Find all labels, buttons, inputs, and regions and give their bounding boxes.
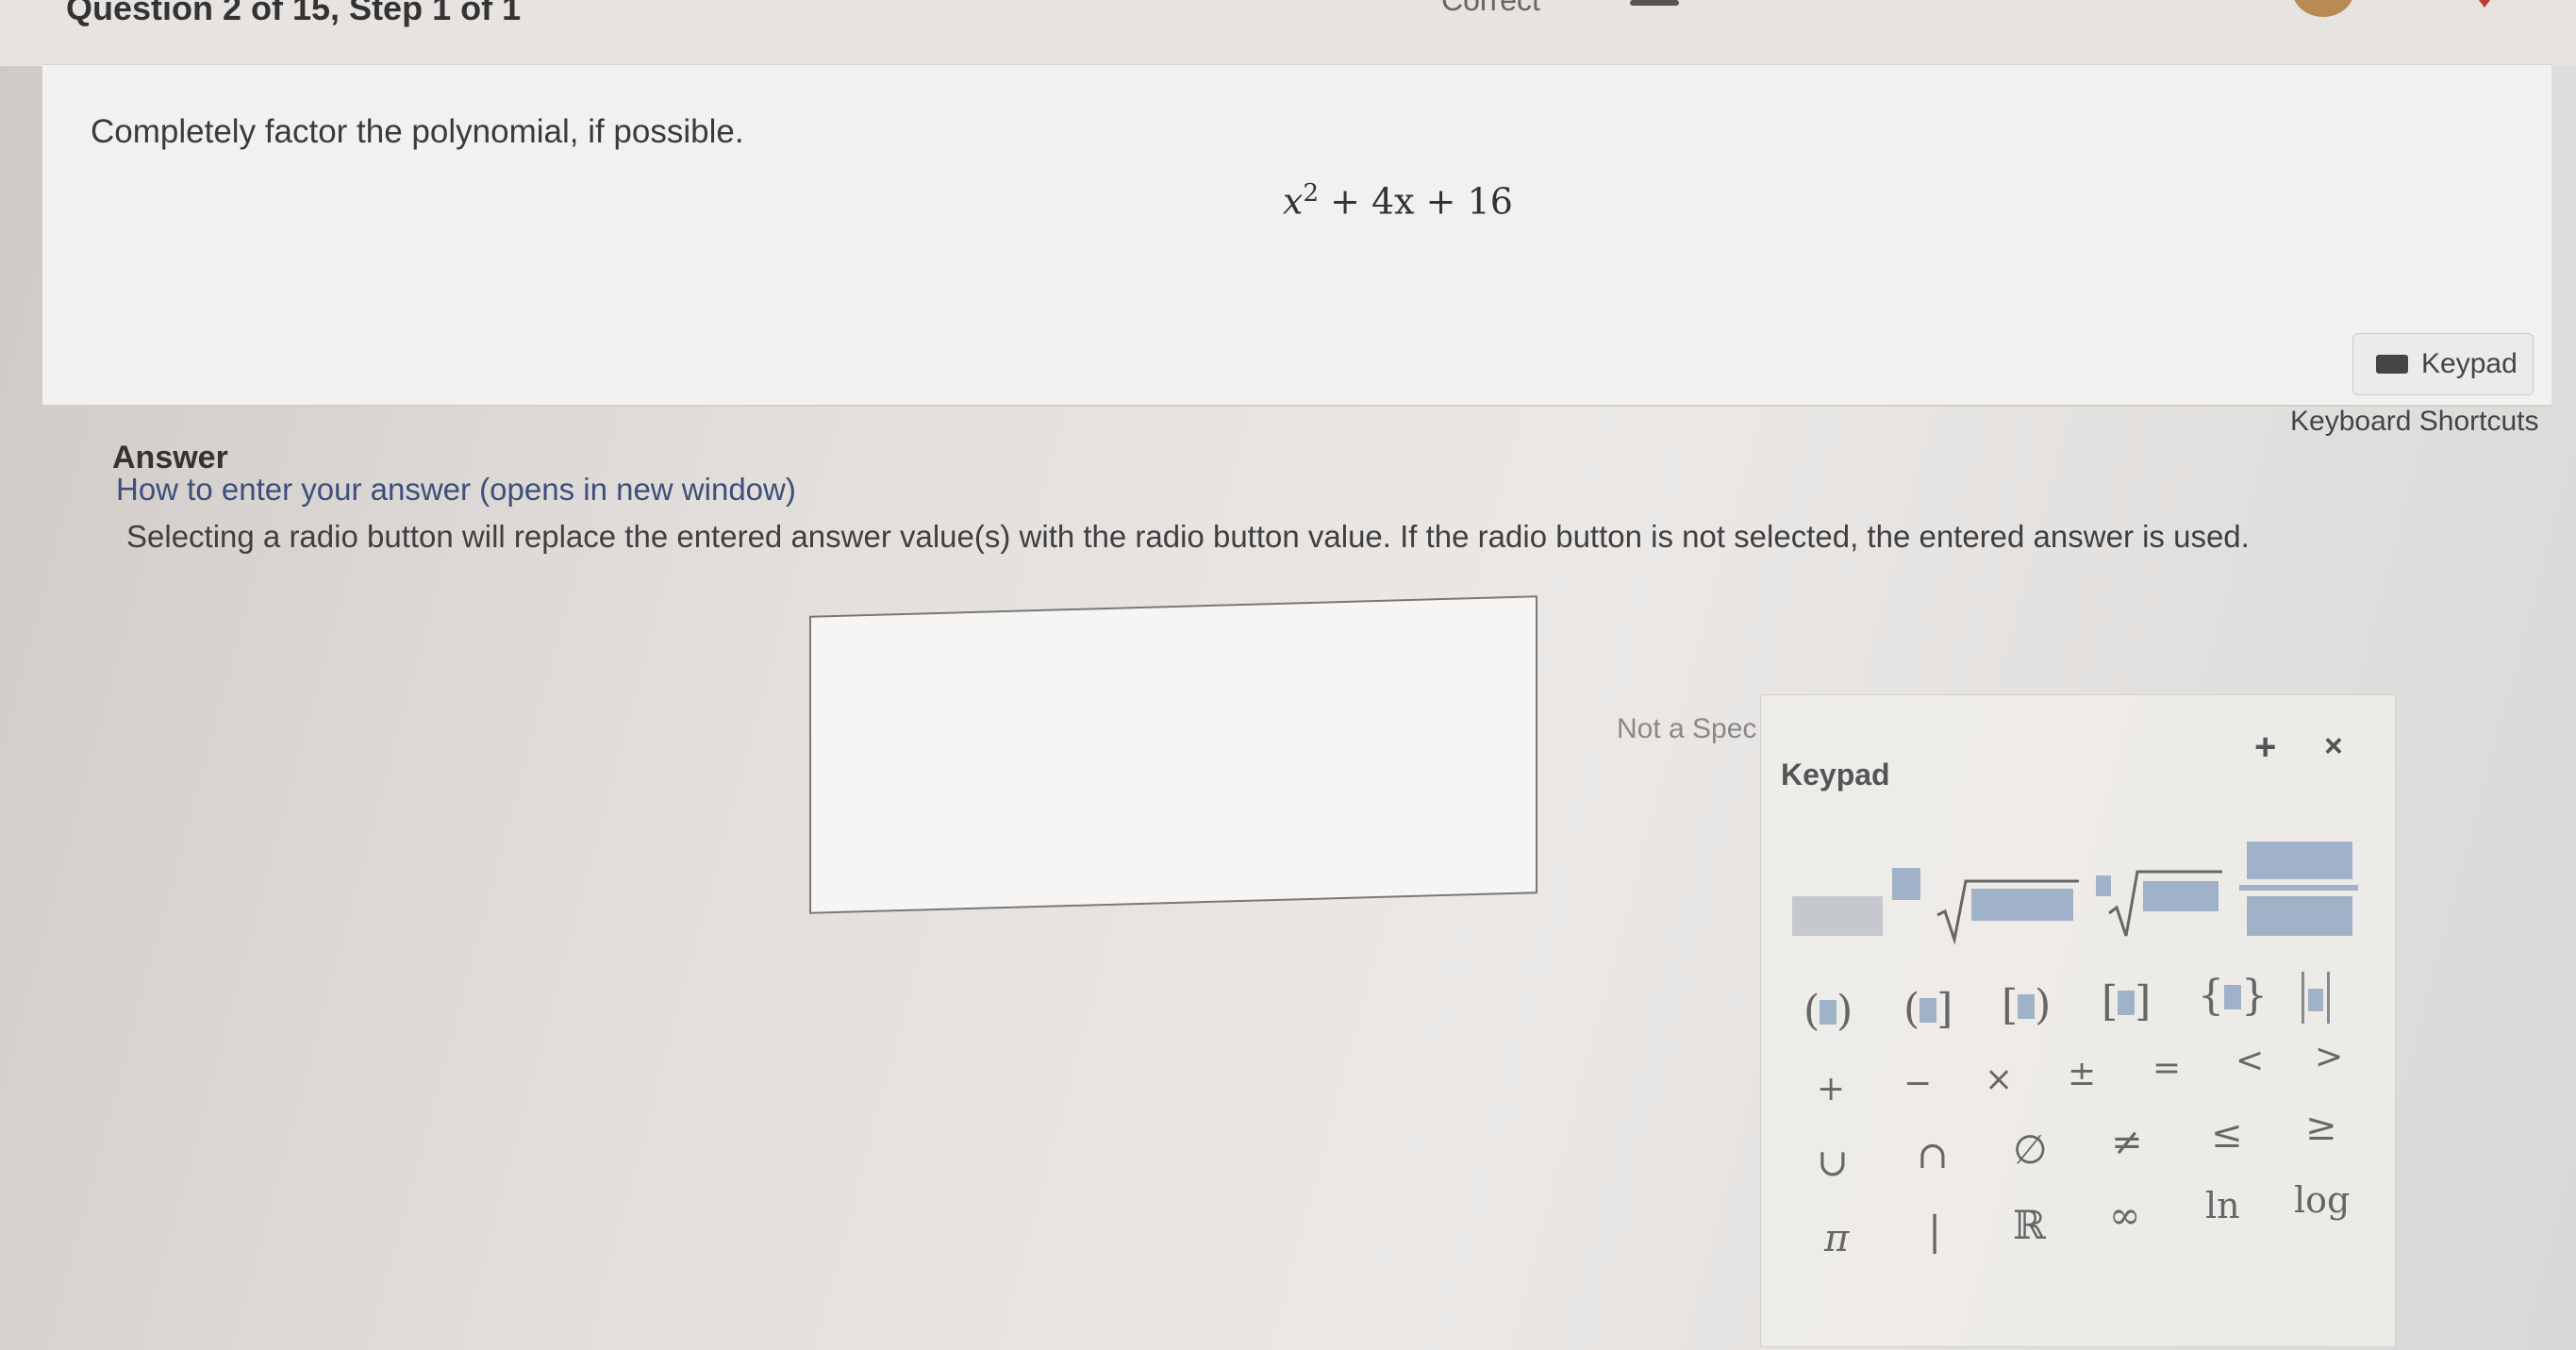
log-key[interactable]: log bbox=[2294, 1179, 2350, 1221]
poly-variable: x bbox=[1283, 180, 1304, 223]
keyboard-icon bbox=[2376, 355, 2408, 374]
keypad-expand-button[interactable]: + bbox=[2254, 726, 2276, 769]
times-key[interactable]: × bbox=[1985, 1060, 2013, 1099]
less-equal-key[interactable]: ≤ bbox=[2211, 1113, 2243, 1157]
keypad-toggle-label: Keypad bbox=[2421, 348, 2518, 379]
polynomial-expression: x2 + 4x + 16 bbox=[1283, 179, 1513, 223]
superscript-key[interactable] bbox=[1792, 868, 1924, 943]
minus-key[interactable]: − bbox=[1903, 1064, 1932, 1103]
answer-input[interactable] bbox=[809, 595, 1537, 914]
half-open-left-key[interactable]: (] bbox=[1903, 985, 1953, 1033]
radio-button-note: Selecting a radio button will replace th… bbox=[126, 519, 2250, 554]
less-than-key[interactable]: < bbox=[2235, 1042, 2264, 1080]
plus-key[interactable]: + bbox=[1817, 1070, 1845, 1108]
pipe-key[interactable]: | bbox=[1928, 1208, 1941, 1254]
pi-key[interactable]: π bbox=[1824, 1217, 1849, 1260]
placeholder-icon bbox=[1920, 998, 1937, 1023]
status-label: Correct bbox=[1441, 0, 1540, 17]
question-instruction: Completely factor the polynomial, if pos… bbox=[91, 113, 744, 150]
placeholder-icon bbox=[1820, 1000, 1837, 1025]
keyboard-shortcuts-link[interactable]: Keyboard Shortcuts bbox=[2290, 406, 2538, 438]
intersection-key[interactable]: ∩ bbox=[1917, 1134, 1949, 1177]
placeholder-icon bbox=[2224, 985, 2241, 1009]
nth-root-icon bbox=[2096, 870, 2222, 937]
keypad-title: Keypad bbox=[1781, 758, 1890, 792]
poly-remainder: + 4x + 16 bbox=[1318, 180, 1513, 223]
natural-log-key[interactable]: ln bbox=[2205, 1185, 2240, 1226]
fraction-key[interactable] bbox=[2239, 836, 2358, 945]
fraction-icon bbox=[2239, 842, 2358, 936]
placeholder-icon bbox=[2018, 994, 2036, 1019]
greater-than-key[interactable]: > bbox=[2315, 1038, 2343, 1076]
infinity-key[interactable]: ∞ bbox=[2109, 1194, 2140, 1238]
radio-option-not-special[interactable]: Not a Spec bbox=[1617, 713, 1756, 745]
absolute-value-key[interactable] bbox=[2302, 972, 2330, 1024]
empty-set-key[interactable]: ∅ bbox=[2013, 1126, 2048, 1173]
placeholder-icon bbox=[2118, 991, 2136, 1015]
alert-icon[interactable] bbox=[2468, 0, 2501, 8]
poly-exponent: 2 bbox=[1303, 179, 1319, 208]
superscript-base-icon bbox=[1792, 896, 1883, 936]
square-root-icon bbox=[1936, 879, 2079, 945]
nth-root-key[interactable] bbox=[2092, 857, 2224, 943]
square-brackets-key[interactable]: [] bbox=[2102, 977, 2151, 1025]
plus-minus-key[interactable]: ± bbox=[2068, 1055, 2096, 1093]
half-open-right-key[interactable]: [) bbox=[2002, 981, 2051, 1029]
superscript-icon bbox=[1892, 868, 1920, 900]
header-divider bbox=[1630, 0, 1679, 6]
absolute-value-icon bbox=[2302, 972, 2330, 1024]
union-key[interactable]: ∪ bbox=[1817, 1142, 1849, 1185]
square-root-key[interactable] bbox=[1934, 860, 2081, 947]
question-progress: Question 2 of 15, Step 1 of 1 bbox=[66, 0, 522, 27]
real-numbers-key[interactable]: ℝ bbox=[2013, 1202, 2046, 1248]
parentheses-key[interactable]: () bbox=[1803, 987, 1853, 1035]
equals-key[interactable]: = bbox=[2152, 1049, 2181, 1088]
not-equal-key[interactable]: ≠ bbox=[2111, 1121, 2143, 1164]
keypad-close-button[interactable]: × bbox=[2324, 728, 2343, 765]
how-to-enter-answer-link[interactable]: How to enter your answer (opens in new w… bbox=[116, 472, 796, 508]
keypad-toggle-button[interactable]: Keypad bbox=[2352, 333, 2534, 395]
set-braces-key[interactable]: {} bbox=[2198, 972, 2268, 1020]
greater-equal-key[interactable]: ≥ bbox=[2305, 1106, 2337, 1149]
